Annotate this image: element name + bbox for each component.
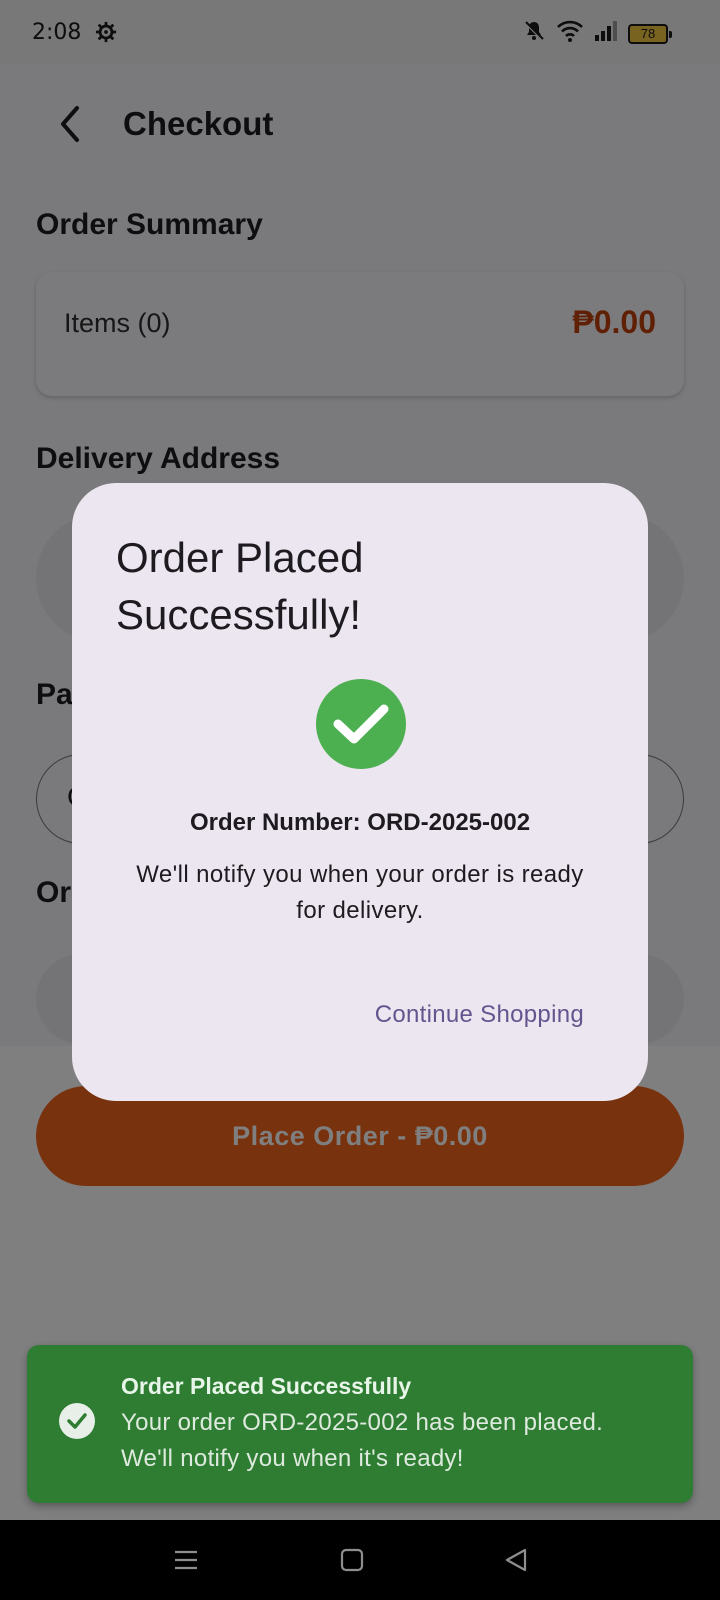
home-square-icon[interactable] xyxy=(334,1542,370,1578)
back-triangle-icon[interactable] xyxy=(498,1542,534,1578)
check-circle-icon xyxy=(316,679,406,769)
system-navigation-bar xyxy=(0,1520,720,1600)
check-circle-icon xyxy=(59,1403,95,1439)
toast-message: Your order ORD-2025-002 has been placed.… xyxy=(121,1409,604,1472)
dialog-message: We'll notify you when your order is read… xyxy=(136,861,584,924)
menu-icon[interactable] xyxy=(168,1542,204,1578)
toast-title: Order Placed Successfully xyxy=(121,1373,412,1399)
success-toast: Order Placed Successfully Your order ORD… xyxy=(27,1345,693,1503)
dialog-title: Order Placed Successfully! xyxy=(116,534,364,638)
order-number: Order Number: ORD-2025-002 xyxy=(189,809,531,836)
continue-shopping-button[interactable]: Continue Shopping xyxy=(375,997,584,1033)
order-success-dialog: Order Placed Successfully! Order Number:… xyxy=(72,483,648,1101)
